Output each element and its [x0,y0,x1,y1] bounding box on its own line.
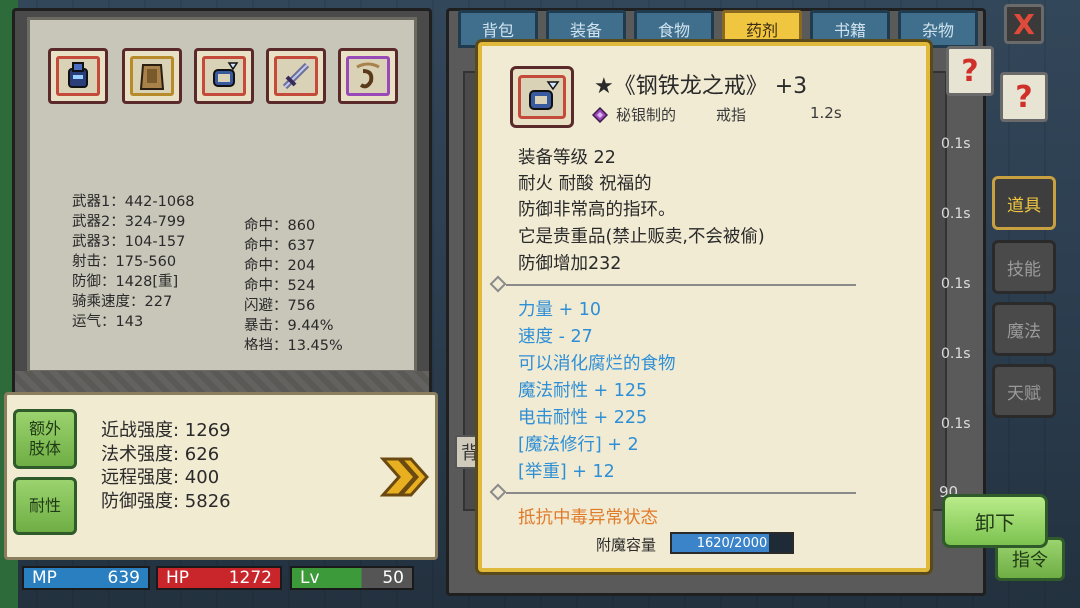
ranged-strength: 远程强度: 400 [101,467,220,488]
tab-talents[interactable]: 天赋 [992,364,1056,418]
stat-line: 运气：143 [72,314,144,330]
level-bar: Lv 50 [290,566,414,590]
divider [506,492,856,494]
item-time: 0.1s [941,136,971,152]
stat-line: 命中：860 [244,218,316,234]
next-page-arrow-icon[interactable] [379,455,430,503]
lv-value: 50 [382,568,404,588]
help-button[interactable]: ? [946,46,994,96]
equip-slot-body[interactable] [122,48,182,104]
help-button-2[interactable]: ? [1000,72,1048,122]
material-gem-icon [591,106,609,127]
stats-right-column: 命中：860 命中：637 命中：204 命中：524 闪避：756 暴击：9.… [244,216,343,350]
extra-limb-button[interactable]: 额外 肢体 [13,409,77,469]
spell-strength: 法术强度: 626 [101,443,220,465]
amulet-icon [346,56,390,96]
tab-items[interactable]: 道具 [992,176,1056,230]
stat-line: 暴击：9.44% [244,318,334,334]
sword-icon [274,56,318,96]
item-bonus: 电击耐性 + 225 [518,408,648,428]
equip-slot-accessory[interactable] [338,48,398,104]
item-time: 0.1s [941,206,971,222]
close-button[interactable]: X [1004,4,1044,44]
stat-line: 骑乘速度：227 [72,294,173,310]
enchant-label: 附魔容量 [596,536,657,554]
mp-value: 639 [107,568,140,588]
stats-left-column: 武器1：442-1068 武器2：324-799 武器3：104-157 射击：… [72,192,195,332]
item-bonus: [魔法修行] + 2 [518,435,639,455]
ring-icon [202,56,246,96]
stat-line: 格挡：13.45% [244,338,343,350]
character-stats-panel: 武器1：442-1068 武器2：324-799 武器3：104-157 射击：… [12,8,432,400]
mp-label: MP [32,568,57,588]
item-special-effect: 抵抗中毒异常状态 [518,508,658,528]
tab-magic[interactable]: 魔法 [992,302,1056,356]
item-material: 秘银制的 [616,106,677,124]
item-time-column: 0.1s 0.1s 0.1s 0.1s 0.1s [941,109,971,459]
ring-icon [518,75,566,119]
stat-line: 防御：1428[重] [72,274,179,290]
hp-bar: HP 1272 [156,566,282,590]
item-icon-frame [510,66,574,128]
item-desc-line: 装备等级 22 [518,148,616,168]
strength-summary-box: 额外 肢体 耐性 近战强度: 1269 法术强度: 626 远程强度: 400 … [4,392,438,560]
item-title: ★《钢铁龙之戒》 +3 [594,74,808,99]
unequip-button[interactable]: 卸下 [942,494,1048,548]
strength-list: 近战强度: 1269 法术强度: 626 远程强度: 400 防御强度: 582… [101,419,231,513]
stat-line: 武器2：324-799 [72,214,186,230]
item-desc-line: 耐火 耐酸 祝福的 [518,174,652,194]
enchant-capacity-bar: 1620/2000 [670,532,794,554]
enchant-value: 1620/2000 [696,535,768,551]
item-type: 戒指 [716,106,747,124]
item-desc-line: 防御增加232 [518,254,622,274]
stat-line: 武器1：442-1068 [72,194,195,210]
item-bonus: [举重] + 12 [518,462,615,482]
tab-skills[interactable]: 技能 [992,240,1056,294]
question-mark-icon: ? [961,53,979,89]
divider [506,284,856,286]
stats-inner-area: 武器1：442-1068 武器2：324-799 武器3：104-157 射击：… [27,17,417,373]
divider-diamond-icon [489,483,507,501]
resistance-button[interactable]: 耐性 [13,477,77,535]
armor-icon [130,56,174,96]
item-bonus: 力量 + 10 [518,300,602,320]
stat-line: 闪避：756 [244,298,316,314]
equip-slot-head[interactable] [48,48,108,104]
divider-diamond-icon [489,275,507,293]
lv-label: Lv [300,568,320,588]
item-tooltip: ★《钢铁龙之戒》 +3 秘银制的 戒指 1.2s 装备等级 22 耐火 耐酸 祝… [478,42,930,572]
equip-slot-ring[interactable] [194,48,254,104]
equip-slot-weapon[interactable] [266,48,326,104]
item-bonus: 魔法耐性 + 125 [518,381,648,401]
hp-value: 1272 [228,568,272,588]
question-mark-icon: ? [1015,79,1033,115]
item-bonus: 可以消化腐烂的食物 [518,354,676,374]
item-time: 0.1s [941,416,971,432]
close-icon: X [1013,7,1035,41]
item-desc-line: 防御非常高的指环。 [518,200,676,220]
melee-strength: 近战强度: 1269 [101,420,231,441]
mp-bar: MP 639 [22,566,150,590]
item-bonus: 速度 - 27 [518,327,593,347]
hp-label: HP [166,568,190,588]
stat-line: 武器3：104-157 [72,234,186,250]
item-time: 1.2s [810,104,842,122]
defense-strength: 防御强度: 5826 [101,490,231,512]
item-time: 0.1s [941,346,971,362]
item-time: 0.1s [941,276,971,292]
stat-line: 命中：204 [244,258,316,274]
stat-line: 命中：637 [244,238,316,254]
item-desc-line: 它是贵重品(禁止贩卖,不会被偷) [518,227,765,247]
helmet-icon [56,56,100,96]
stat-line: 射击：175-560 [72,254,177,270]
stat-line: 命中：524 [244,278,316,294]
